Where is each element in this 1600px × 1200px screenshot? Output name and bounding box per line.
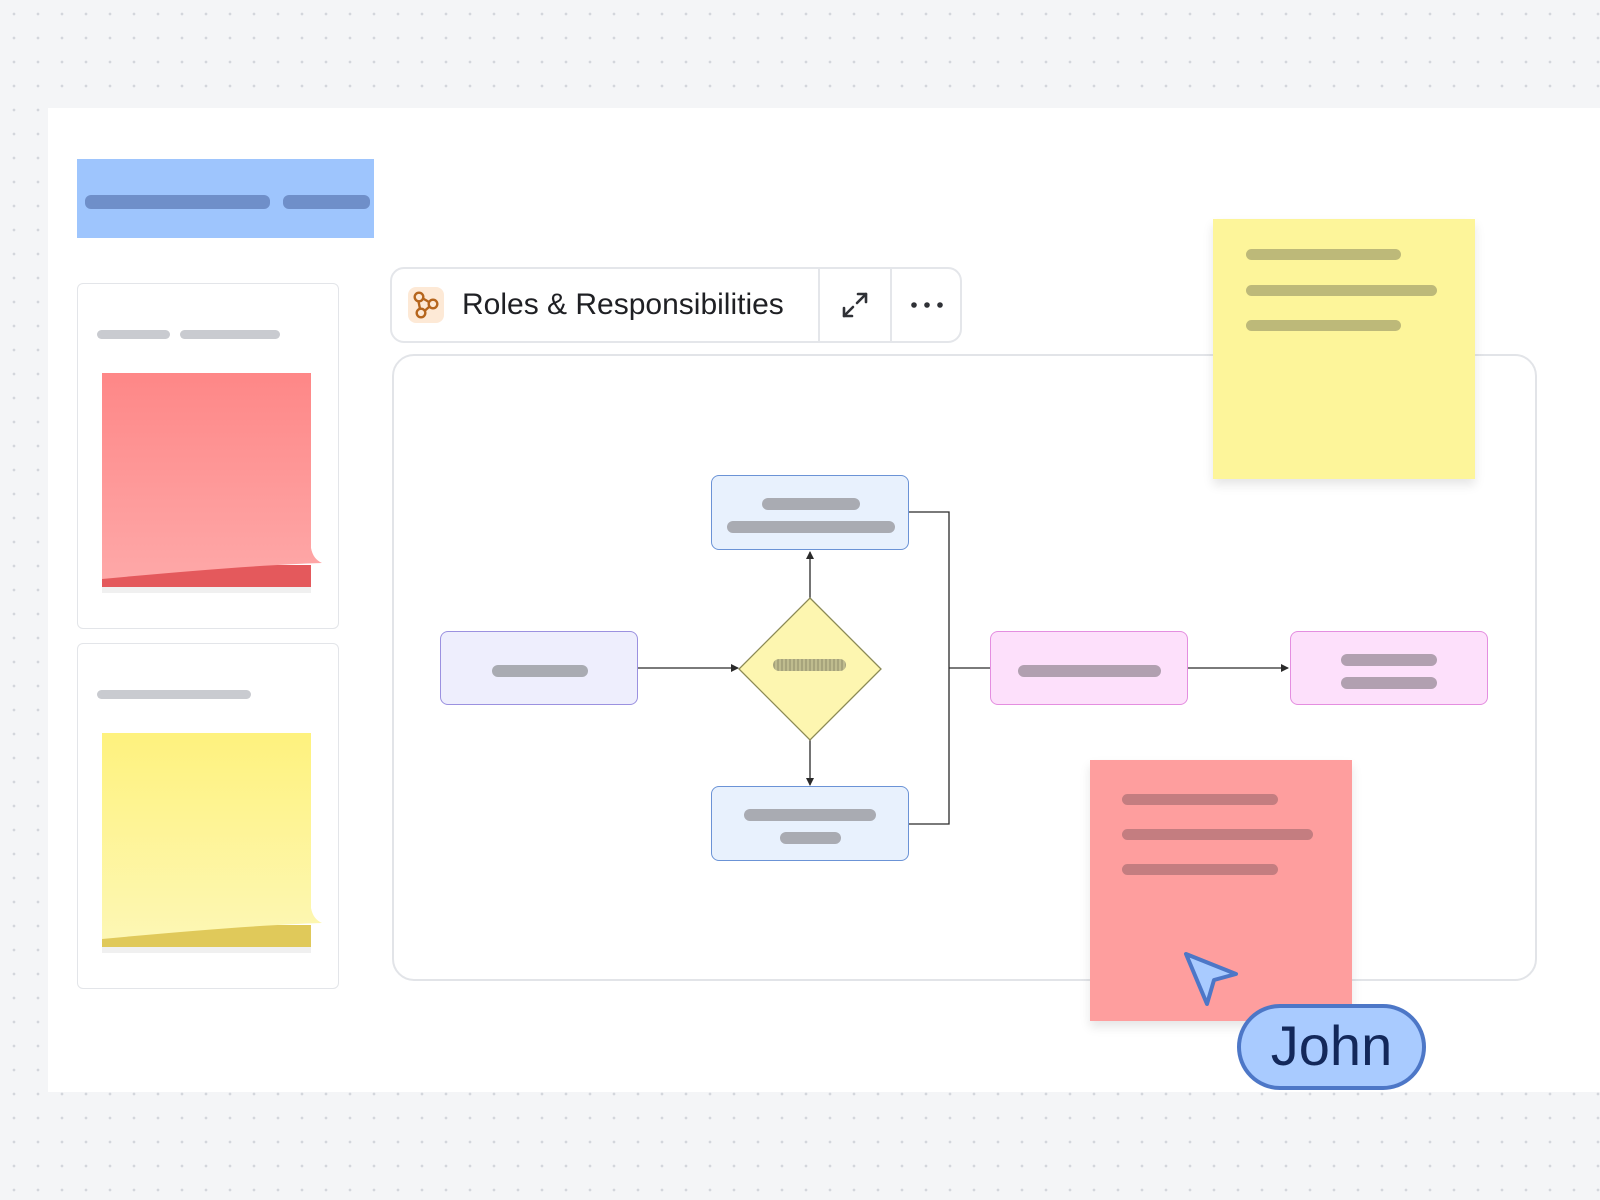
more-options-icon xyxy=(911,302,943,308)
role-node-middle[interactable] xyxy=(990,631,1188,705)
process-node-top[interactable] xyxy=(711,475,909,550)
expand-icon xyxy=(842,292,868,318)
start-node[interactable] xyxy=(440,631,638,705)
role-node-end[interactable] xyxy=(1290,631,1488,705)
text-placeholder-line xyxy=(727,521,895,533)
expand-button[interactable] xyxy=(820,269,890,341)
collaborator-badge: John xyxy=(1237,1004,1426,1090)
text-placeholder-line xyxy=(1341,677,1437,689)
text-placeholder-line xyxy=(1246,320,1401,331)
text-placeholder-line xyxy=(1341,654,1437,666)
text-placeholder-line xyxy=(1246,285,1437,296)
process-node-bottom[interactable] xyxy=(711,786,909,861)
connector-merge-bracket[interactable] xyxy=(908,511,950,825)
text-placeholder-line xyxy=(1122,864,1278,875)
text-placeholder-line xyxy=(492,665,588,677)
text-placeholder-line xyxy=(1018,665,1161,677)
text-placeholder-line xyxy=(762,498,860,510)
more-options-button[interactable] xyxy=(892,269,962,341)
frame-title: Roles & Responsibilities xyxy=(462,288,784,321)
collaborator-name: John xyxy=(1270,1014,1393,1077)
text-placeholder-line xyxy=(1246,249,1401,260)
pointer-cursor-icon xyxy=(1184,952,1238,1006)
sticky-note-yellow[interactable] xyxy=(1213,219,1475,479)
frame-header-toolbar[interactable]: Roles & Responsibilities xyxy=(390,267,962,343)
text-placeholder-line xyxy=(773,659,846,671)
flowchart-icon xyxy=(408,287,444,323)
text-placeholder-line xyxy=(1122,794,1278,805)
text-placeholder-line xyxy=(744,809,876,821)
text-placeholder-line xyxy=(780,832,841,844)
frame-title-area[interactable]: Roles & Responsibilities xyxy=(392,269,818,341)
text-placeholder-line xyxy=(1122,829,1313,840)
